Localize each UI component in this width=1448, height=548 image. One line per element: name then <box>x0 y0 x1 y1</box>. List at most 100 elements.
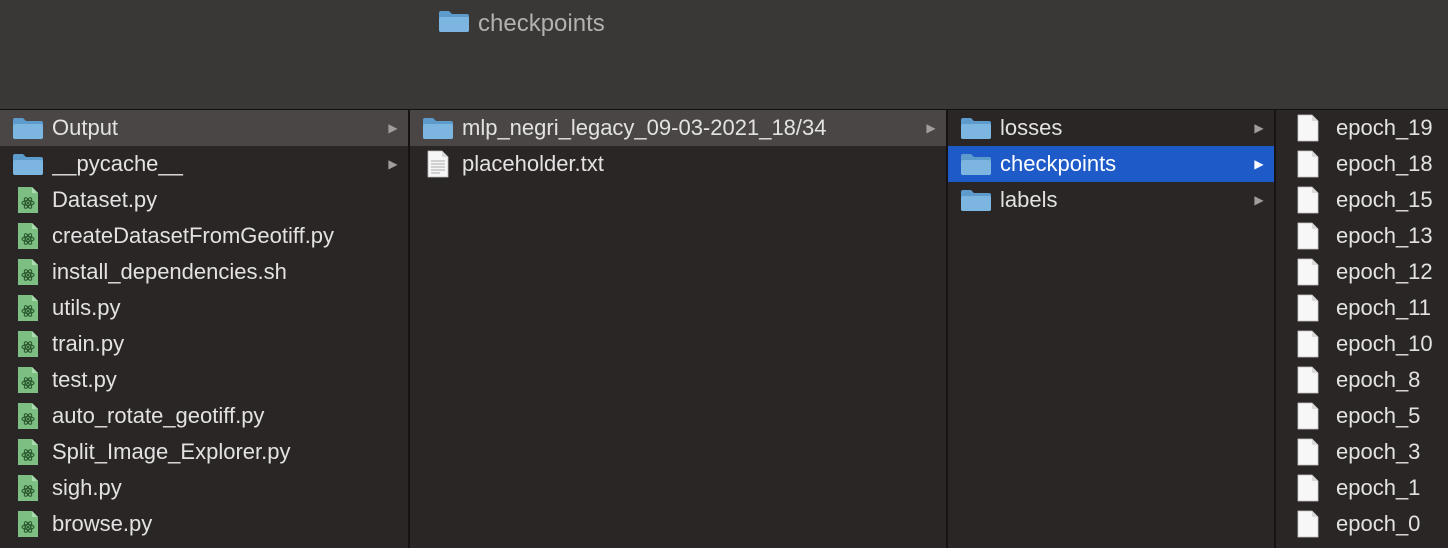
python-file-icon <box>12 474 44 502</box>
file-row[interactable]: test.py <box>0 362 408 398</box>
folder-icon <box>12 150 44 178</box>
file-name: epoch_13 <box>1336 223 1433 248</box>
file-row[interactable]: browse.py <box>0 506 408 542</box>
document-icon <box>1292 222 1324 250</box>
file-name: browse.py <box>52 511 153 536</box>
file-name: placeholder.txt <box>462 151 604 176</box>
file-name: epoch_11 <box>1336 295 1432 320</box>
file-row[interactable]: epoch_18 <box>1276 146 1448 182</box>
file-name: epoch_5 <box>1336 403 1421 428</box>
file-row[interactable]: Split_Image_Explorer.py <box>0 434 408 470</box>
file-row[interactable]: epoch_5 <box>1276 398 1448 434</box>
file-row[interactable]: sigh.py <box>0 470 408 506</box>
document-icon <box>1292 510 1324 538</box>
file-row[interactable]: epoch_19 <box>1276 110 1448 146</box>
file-row[interactable]: checkpoints ▶ <box>948 146 1274 182</box>
document-icon <box>1292 186 1324 214</box>
window-titlebar: checkpoints <box>0 0 1448 110</box>
file-name: Output <box>52 115 119 140</box>
file-row[interactable]: epoch_8 <box>1276 362 1448 398</box>
file-row[interactable]: Dataset.py <box>0 182 408 218</box>
python-file-icon <box>12 222 44 250</box>
document-icon <box>1292 150 1324 178</box>
file-row[interactable]: __pycache__ ▶ <box>0 146 408 182</box>
window-title-text: checkpoints <box>478 10 605 37</box>
window-title: checkpoints <box>438 10 605 38</box>
chevron-right-icon: ▶ <box>926 121 936 135</box>
file-name: utils.py <box>52 295 121 320</box>
python-file-icon <box>12 510 44 538</box>
document-icon <box>1292 294 1324 322</box>
document-icon <box>1292 258 1324 286</box>
python-file-icon <box>12 366 44 394</box>
chevron-right-icon: ▶ <box>388 121 398 135</box>
python-file-icon <box>12 438 44 466</box>
file-row[interactable]: install_dependencies.sh <box>0 254 408 290</box>
file-name: Dataset.py <box>52 187 158 212</box>
file-name: epoch_10 <box>1336 331 1433 356</box>
file-name: epoch_12 <box>1336 259 1433 284</box>
file-name: losses <box>1000 115 1063 140</box>
file-row[interactable]: epoch_13 <box>1276 218 1448 254</box>
file-name: createDatasetFromGeotiff.py <box>52 223 335 248</box>
file-row[interactable]: placeholder.txt <box>410 146 946 182</box>
document-icon <box>1292 402 1324 430</box>
file-name: epoch_15 <box>1336 187 1433 212</box>
text-file-icon <box>422 150 454 178</box>
folder-icon <box>960 186 992 214</box>
file-name: test.py <box>52 367 117 392</box>
column-0[interactable]: Output ▶ __pycache__ ▶ Dataset.py createDatas… <box>0 110 410 548</box>
python-file-icon <box>12 186 44 214</box>
file-row[interactable]: utils.py <box>0 290 408 326</box>
folder-icon <box>12 114 44 142</box>
file-name: epoch_18 <box>1336 151 1433 176</box>
file-row[interactable]: Output ▶ <box>0 110 408 146</box>
file-row[interactable]: auto_rotate_geotiff.py <box>0 398 408 434</box>
file-row[interactable]: createDatasetFromGeotiff.py <box>0 218 408 254</box>
file-name: auto_rotate_geotiff.py <box>52 403 265 428</box>
document-icon <box>1292 114 1324 142</box>
file-row[interactable]: epoch_0 <box>1276 506 1448 542</box>
file-row[interactable]: epoch_15 <box>1276 182 1448 218</box>
file-name: labels <box>1000 187 1058 212</box>
folder-icon <box>960 150 992 178</box>
chevron-right-icon: ▶ <box>1254 157 1264 171</box>
python-file-icon <box>12 402 44 430</box>
folder-icon <box>422 114 454 142</box>
file-name: mlp_negri_legacy_09-03-2021_18/34 <box>462 115 827 140</box>
file-row[interactable]: epoch_3 <box>1276 434 1448 470</box>
file-row[interactable]: epoch_12 <box>1276 254 1448 290</box>
document-icon <box>1292 330 1324 358</box>
file-name: checkpoints <box>1000 151 1117 176</box>
file-row[interactable]: mlp_negri_legacy_09-03-2021_18/34 ▶ <box>410 110 946 146</box>
file-name: epoch_0 <box>1336 511 1421 536</box>
file-name: sigh.py <box>52 475 122 500</box>
file-name: train.py <box>52 331 125 356</box>
file-name: epoch_19 <box>1336 115 1433 140</box>
chevron-right-icon: ▶ <box>1254 121 1264 135</box>
file-name: __pycache__ <box>52 151 183 176</box>
file-name: Split_Image_Explorer.py <box>52 439 291 464</box>
python-file-icon <box>12 258 44 286</box>
python-file-icon <box>12 294 44 322</box>
file-name: install_dependencies.sh <box>52 259 287 284</box>
file-row[interactable]: losses ▶ <box>948 110 1274 146</box>
file-row[interactable]: train.py <box>0 326 408 362</box>
file-name: epoch_8 <box>1336 367 1421 392</box>
chevron-right-icon: ▶ <box>388 157 398 171</box>
file-row[interactable]: epoch_10 <box>1276 326 1448 362</box>
column-3[interactable]: epoch_19 epoch_18 epoch_15 epoch_13 epoch_12… <box>1276 110 1448 548</box>
file-name: epoch_1 <box>1336 475 1421 500</box>
document-icon <box>1292 366 1324 394</box>
document-icon <box>1292 438 1324 466</box>
column-2[interactable]: losses ▶ checkpoints ▶ labels ▶ <box>948 110 1276 548</box>
file-row[interactable]: epoch_11 <box>1276 290 1448 326</box>
file-row[interactable]: epoch_1 <box>1276 470 1448 506</box>
column-1[interactable]: mlp_negri_legacy_09-03-2021_18/34 ▶ placeh… <box>410 110 948 548</box>
folder-icon <box>438 9 470 40</box>
file-name: epoch_3 <box>1336 439 1421 464</box>
python-file-icon <box>12 330 44 358</box>
folder-icon <box>960 114 992 142</box>
file-row[interactable]: labels ▶ <box>948 182 1274 218</box>
document-icon <box>1292 474 1324 502</box>
